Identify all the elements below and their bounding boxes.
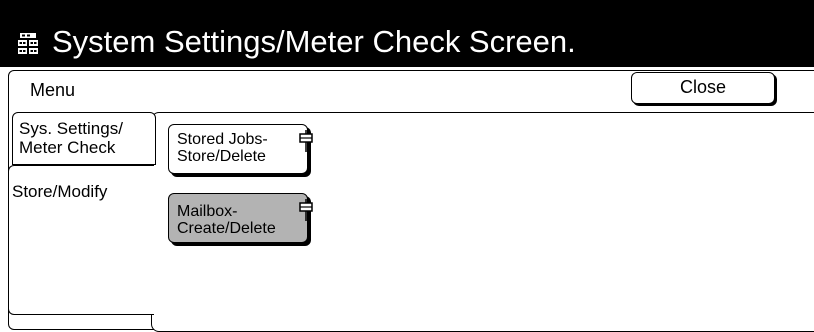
tab-store-modify[interactable]: Store/Modify [8, 165, 154, 315]
button-label-line2: Store/Delete [177, 148, 266, 165]
screen-title: System Settings/Meter Check Screen. [52, 24, 576, 59]
document-icon [299, 199, 313, 221]
tab-label-line1: Sys. Settings/ [19, 119, 123, 138]
title-bar: System Settings/Meter Check Screen. [0, 0, 814, 67]
mailbox-create-delete-button[interactable]: Mailbox- Create/Delete [168, 193, 313, 243]
tab-label: Store/Modify [12, 182, 108, 201]
button-label-line1: Mailbox- [177, 203, 238, 220]
system-settings-icon [18, 33, 38, 54]
close-button[interactable]: Close [631, 72, 775, 104]
stored-jobs-store-delete-button[interactable]: Stored Jobs- Store/Delete [168, 124, 313, 174]
menu-label: Menu [30, 80, 76, 100]
button-label-line1: Stored Jobs- [177, 131, 268, 148]
document-icon [299, 130, 313, 152]
tab-label-line2: Meter Check [19, 138, 116, 157]
button-label-line2: Create/Delete [177, 220, 276, 237]
tab-sys-settings-meter-check[interactable]: Sys. Settings/ Meter Check [12, 112, 156, 165]
